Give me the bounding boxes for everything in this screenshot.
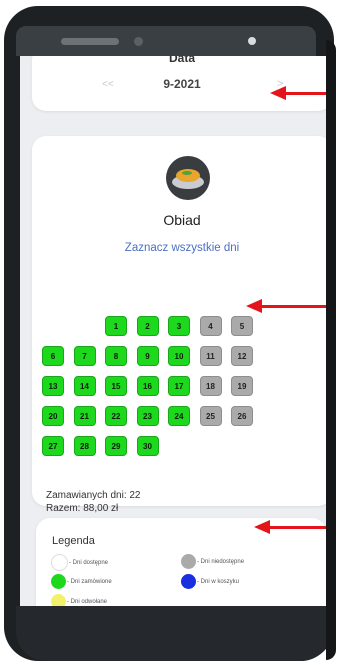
day-7[interactable]: 7 bbox=[73, 346, 96, 366]
day-26[interactable]: 26 bbox=[231, 406, 253, 426]
order-total: Razem: 88,00 zł bbox=[46, 503, 119, 514]
day-14[interactable]: 14 bbox=[73, 376, 96, 396]
gray-dot-icon bbox=[181, 554, 196, 569]
legend-item-available: - Dni dostępne bbox=[51, 554, 108, 571]
day-12[interactable]: 12 bbox=[231, 346, 253, 366]
day-21[interactable]: 21 bbox=[73, 406, 96, 426]
day-22[interactable]: 22 bbox=[105, 406, 127, 426]
day-5[interactable]: 5 bbox=[231, 316, 253, 336]
legend-title: Legenda bbox=[52, 535, 95, 547]
phone-frame: Data << 9-2021 > Obiad Zaznacz wszystkie… bbox=[4, 6, 334, 661]
ordered-days-count: Zamawianych dni: 22 bbox=[46, 490, 141, 501]
annotation-arrow-shaft bbox=[262, 305, 326, 308]
annotation-arrow-shaft bbox=[286, 92, 326, 95]
white-dot-icon bbox=[51, 554, 68, 571]
day-16[interactable]: 16 bbox=[136, 376, 159, 396]
app-screen: Data << 9-2021 > Obiad Zaznacz wszystkie… bbox=[20, 56, 333, 606]
current-month: 9-2021 bbox=[163, 77, 201, 91]
day-10[interactable]: 10 bbox=[168, 346, 190, 366]
day-24[interactable]: 24 bbox=[168, 406, 190, 426]
day-8[interactable]: 8 bbox=[105, 346, 127, 366]
annotation-arrow-head bbox=[254, 520, 270, 534]
proximity-sensor bbox=[134, 37, 143, 46]
date-card: Data << 9-2021 > bbox=[32, 56, 332, 111]
day-9[interactable]: 9 bbox=[136, 346, 159, 366]
day-4[interactable]: 4 bbox=[199, 316, 222, 336]
day-17[interactable]: 17 bbox=[168, 376, 190, 396]
phone-bottom-bezel bbox=[16, 606, 331, 661]
day-23[interactable]: 23 bbox=[136, 406, 159, 426]
day-30[interactable]: 30 bbox=[136, 436, 159, 456]
day-6[interactable]: 6 bbox=[42, 346, 64, 366]
day-28[interactable]: 28 bbox=[73, 436, 96, 456]
front-camera bbox=[248, 37, 256, 45]
day-25[interactable]: 25 bbox=[199, 406, 222, 426]
annotation-arrow-shaft bbox=[270, 526, 326, 529]
day-2[interactable]: 2 bbox=[136, 316, 159, 336]
annotation-arrow-head bbox=[270, 86, 286, 100]
speaker-grille bbox=[61, 38, 119, 45]
day-15[interactable]: 15 bbox=[105, 376, 127, 396]
legend-card: Legenda - Dni dostępne - Dni niedostępne… bbox=[36, 518, 326, 606]
day-20[interactable]: 20 bbox=[42, 406, 64, 426]
food-plate-icon bbox=[166, 156, 210, 200]
meal-name: Obiad bbox=[163, 212, 201, 228]
annotation-arrow-head bbox=[246, 299, 262, 313]
day-11[interactable]: 11 bbox=[199, 346, 222, 366]
phone-side-edge bbox=[326, 40, 336, 660]
phone-top-bezel bbox=[16, 26, 316, 56]
legend-item-cancelled: - Dni odwołane bbox=[51, 594, 107, 606]
day-19[interactable]: 19 bbox=[231, 376, 253, 396]
legend-item-unavailable: - Dni niedostępne bbox=[181, 554, 244, 569]
green-dot-icon bbox=[51, 574, 66, 589]
day-3[interactable]: 3 bbox=[168, 316, 190, 336]
day-27[interactable]: 27 bbox=[42, 436, 64, 456]
day-29[interactable]: 29 bbox=[105, 436, 127, 456]
blue-dot-icon bbox=[181, 574, 196, 589]
day-18[interactable]: 18 bbox=[199, 376, 222, 396]
legend-item-in-cart: - Dni w koszyku bbox=[181, 574, 239, 589]
day-1[interactable]: 1 bbox=[105, 316, 127, 336]
select-all-days-link[interactable]: Zaznacz wszystkie dni bbox=[32, 242, 332, 254]
day-13[interactable]: 13 bbox=[42, 376, 64, 396]
yellow-dot-icon bbox=[51, 594, 66, 606]
legend-item-ordered: - Dni zamówione bbox=[51, 574, 112, 589]
date-title: Data bbox=[168, 56, 195, 65]
meal-card: Obiad Zaznacz wszystkie dni 1 2 3 4 5 6 7 8 9 10 1… bbox=[32, 136, 332, 514]
